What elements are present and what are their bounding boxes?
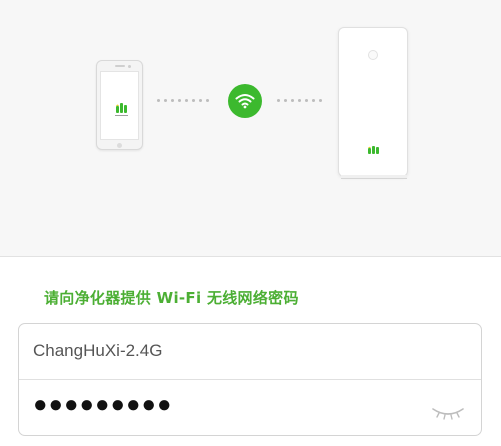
ssid-field[interactable]: ChangHuXi-2.4G (19, 324, 481, 380)
phone-icon (96, 60, 143, 150)
air-purifier-icon (338, 27, 408, 179)
purifier-logo-icon (368, 146, 379, 154)
wifi-credentials-form: ChangHuXi-2.4G ●●●●●●●●● (18, 323, 482, 436)
phone-screen (100, 71, 139, 140)
purifier-button (368, 50, 378, 60)
app-logo-icon (115, 103, 128, 116)
illustration-area (0, 0, 501, 257)
instruction-text: 请向净化器提供 Wi-Fi 无线网络密码 (44, 289, 299, 307)
password-value: ●●●●●●●●● (33, 391, 173, 418)
connection-dots-right (277, 99, 322, 102)
wifi-icon (228, 84, 262, 118)
eye-closed-icon[interactable] (431, 406, 465, 420)
ssid-value: ChangHuXi-2.4G (33, 341, 163, 360)
connection-dots-left (157, 99, 209, 102)
password-field[interactable]: ●●●●●●●●● (19, 380, 481, 435)
